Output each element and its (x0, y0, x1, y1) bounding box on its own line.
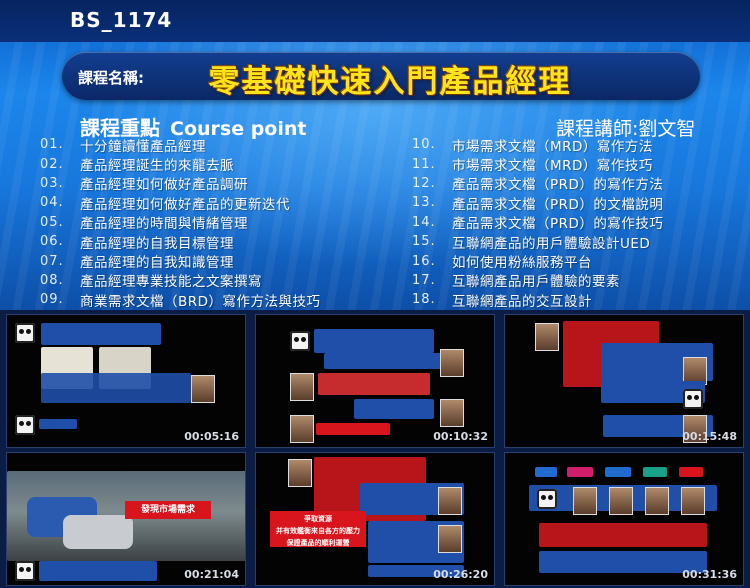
portrait-photo (609, 487, 633, 515)
panda-avatar (683, 389, 703, 409)
timestamp: 00:05:16 (184, 430, 239, 443)
list-item: 17. 互聯網產品用戶體驗的要素 (412, 272, 620, 291)
list-item: 03. 產品經理如何做好產品調研 (40, 175, 248, 194)
list-item: 14. 產品需求文檔（PRD）的寫作技巧 (412, 214, 664, 233)
portrait-photo (288, 459, 312, 487)
chat-bubble (39, 561, 157, 581)
chat-bubble (314, 329, 434, 353)
video-thumbnail-6[interactable]: 00:31:36 (504, 452, 744, 586)
portrait-photo (681, 487, 705, 515)
points-list-right: 10. 市場需求文檔（MRD）寫作方法 11. 市場需求文檔（MRD）寫作技巧 12… (412, 135, 663, 310)
timestamp: 00:15:48 (682, 430, 737, 443)
list-item: 15. 互聯網產品的用戶體驗設計UED (412, 234, 651, 252)
flow-label (679, 467, 703, 477)
portrait-photo (290, 415, 314, 443)
title-banner: BS_1174 課程名稱: 零基礎快速入門產品經理 課程重點 Course poi… (0, 0, 750, 310)
panda-avatar (15, 415, 35, 435)
timestamp: 00:10:32 (433, 430, 488, 443)
timestamp: 00:31:36 (682, 568, 737, 581)
list-item: 12. 產品需求文檔（PRD）的寫作方法 (412, 175, 664, 194)
list-item: 07. 產品經理的自我知識管理 (40, 253, 234, 272)
chat-bubble (324, 353, 444, 369)
panda-avatar (537, 489, 557, 509)
list-item: 09. 商業需求文檔（BRD）寫作方法與技巧 (40, 292, 321, 310)
portrait-photo (573, 487, 597, 515)
thumbnail-grid: 00:05:16 00:10:32 00:15:48 發現市場需求 00:21:… (0, 310, 750, 588)
text-panel (539, 523, 707, 547)
chat-bubble (39, 419, 77, 429)
list-item: 18. 互聯網產品的交互設計 (412, 292, 592, 310)
portrait-photo (440, 399, 464, 427)
chat-bubble (316, 423, 390, 435)
list-item: 04. 產品經理如何做好產品的更新迭代 (40, 195, 290, 213)
portrait-photo (645, 487, 669, 515)
video-thumbnail-4[interactable]: 發現市場需求 00:21:04 (6, 452, 246, 586)
portrait-photo (440, 349, 464, 377)
list-item: 06. 產品經理的自我目標管理 (40, 234, 234, 252)
video-thumbnail-5[interactable]: 爭取資源 并有效鑑衡來自各方的壓力 保證產品的順利運營 00:26:20 (255, 452, 495, 586)
portrait-photo (438, 487, 462, 515)
chat-bubble (318, 373, 430, 395)
portrait-photo (535, 323, 559, 351)
portrait-photo (191, 375, 215, 403)
car-shape (63, 515, 133, 549)
portrait-photo (438, 525, 462, 553)
panda-avatar (290, 331, 310, 351)
caption-box: 爭取資源 并有效鑑衡來自各方的壓力 保證產品的順利運營 (270, 511, 366, 547)
list-item: 08. 產品經理專業技能之文案撰寫 (40, 272, 262, 291)
panda-avatar (15, 561, 35, 581)
list-item: 11. 市場需求文檔（MRD）寫作技巧 (412, 156, 653, 175)
chat-bubble (354, 399, 434, 419)
flow-label (643, 467, 667, 477)
video-thumbnail-1[interactable]: 00:05:16 (6, 314, 246, 448)
panda-avatar (15, 323, 35, 343)
course-title: 零基礎快速入門產品經理 (208, 64, 572, 100)
list-item: 01. 十分鐘讀懂產品經理 (40, 137, 206, 155)
timestamp: 00:21:04 (184, 568, 239, 581)
list-item: 13. 產品需求文檔（PRD）的文檔說明 (412, 195, 664, 213)
points-list-left: 01. 十分鐘讀懂產品經理 02. 產品經理誕生的來龍去脈 03. 產品經理如何做好產… (40, 135, 321, 310)
portrait-photo (290, 373, 314, 401)
flow-label (567, 467, 593, 477)
flow-label (605, 467, 631, 477)
caption-box: 發現市場需求 (125, 501, 211, 519)
list-item: 10. 市場需求文檔（MRD）寫作方法 (412, 137, 653, 155)
timestamp: 00:26:20 (433, 568, 488, 581)
list-item: 05. 產品經理的時間與情緒管理 (40, 214, 248, 233)
list-item: 16. 如何使用粉絲服務平台 (412, 253, 592, 272)
video-thumbnail-2[interactable]: 00:10:32 (255, 314, 495, 448)
flow-label (535, 467, 557, 477)
video-thumbnail-3[interactable]: 00:15:48 (504, 314, 744, 448)
chat-bubble (41, 323, 161, 345)
course-code: BS_1174 (70, 8, 173, 32)
chat-bubble (41, 373, 191, 403)
list-item: 02. 產品經理誕生的來龍去脈 (40, 156, 234, 175)
